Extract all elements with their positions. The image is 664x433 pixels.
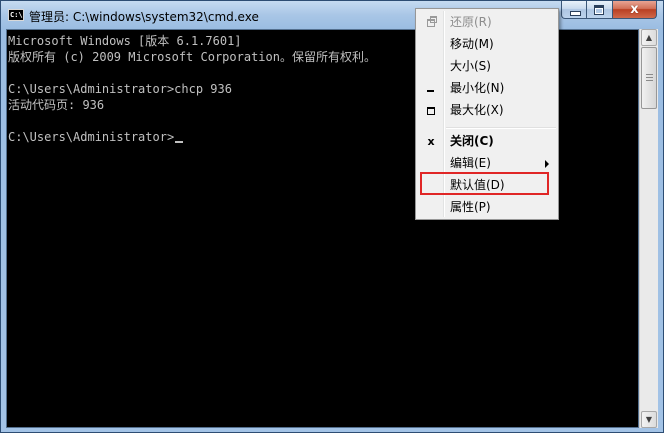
minimize-icon [570, 11, 581, 16]
cmd-app-icon[interactable]: C:\ [8, 9, 24, 21]
menu-item-size[interactable]: 大小(S) [418, 56, 556, 77]
menu-item-label: 编辑(E) [450, 156, 491, 170]
menu-item-properties[interactable]: 属性(P) [418, 197, 556, 218]
console-prompt: C:\Users\Administrator> [8, 130, 175, 144]
title-bar[interactable]: C:\ 管理员: C:\windows\system32\cmd.exe x [1, 1, 663, 29]
console-line: Microsoft Windows [版本 6.1.7601] [8, 34, 242, 48]
grip-line [646, 77, 653, 78]
console-line: 活动代码页: 936 [8, 98, 105, 112]
close-icon: x [427, 135, 435, 148]
close-icon: x [630, 2, 639, 17]
menu-item-label: 移动(M) [450, 37, 494, 51]
menu-item-move[interactable]: 移动(M) [418, 34, 556, 55]
maximize-button[interactable] [587, 1, 613, 19]
menu-item-minimize[interactable]: 最小化(N) [418, 78, 556, 99]
menu-item-maximize[interactable]: 最大化(X) [418, 100, 556, 121]
menu-item-label: 还原(R) [450, 15, 492, 29]
text-cursor [175, 141, 184, 143]
console-line: C:\Users\Administrator>chcp 936 [8, 82, 232, 96]
scroll-thumb[interactable] [641, 47, 657, 109]
menu-separator [446, 127, 556, 129]
window-controls: x [561, 1, 657, 20]
menu-item-label: 属性(P) [450, 200, 491, 214]
menu-item-label: 最小化(N) [450, 81, 505, 95]
submenu-arrow-icon [545, 160, 549, 168]
window-title: 管理员: C:\windows\system32\cmd.exe [29, 10, 259, 24]
menu-item-defaults[interactable]: 默认值(D) [418, 175, 556, 196]
console-prompt-line: C:\Users\Administrator> [8, 129, 376, 145]
scroll-up-button[interactable]: ▲ [641, 29, 657, 46]
grip-line [646, 80, 653, 81]
menu-item-restore[interactable]: 还原(R) [418, 12, 556, 33]
maximize-icon [594, 5, 604, 15]
scroll-up-arrow-icon: ▲ [645, 33, 653, 42]
menu-item-label: 默认值(D) [450, 178, 505, 192]
cmd-window: C:\ 管理员: C:\windows\system32\cmd.exe x M… [0, 0, 664, 433]
minimize-button[interactable] [561, 1, 587, 19]
restore-icon [427, 16, 437, 27]
grip-line [646, 74, 653, 75]
menu-item-close[interactable]: x 关闭(C) [418, 131, 556, 152]
maximize-icon [427, 107, 435, 115]
menu-item-label: 关闭(C) [450, 134, 494, 148]
menu-item-label: 最大化(X) [450, 103, 504, 117]
scroll-down-arrow-icon: ▼ [645, 415, 653, 424]
system-menu: 还原(R) 移动(M) 大小(S) 最小化(N) 最大化(X) x 关闭(C) … [415, 8, 559, 220]
menu-item-edit[interactable]: 编辑(E) [418, 153, 556, 174]
console-line: 版权所有 (c) 2009 Microsoft Corporation。保留所有… [8, 50, 376, 64]
menu-item-label: 大小(S) [450, 59, 491, 73]
minimize-icon [427, 90, 434, 92]
scroll-down-button[interactable]: ▼ [641, 411, 657, 428]
close-button[interactable]: x [613, 1, 657, 19]
vertical-scrollbar[interactable]: ▲ ▼ [639, 29, 658, 428]
